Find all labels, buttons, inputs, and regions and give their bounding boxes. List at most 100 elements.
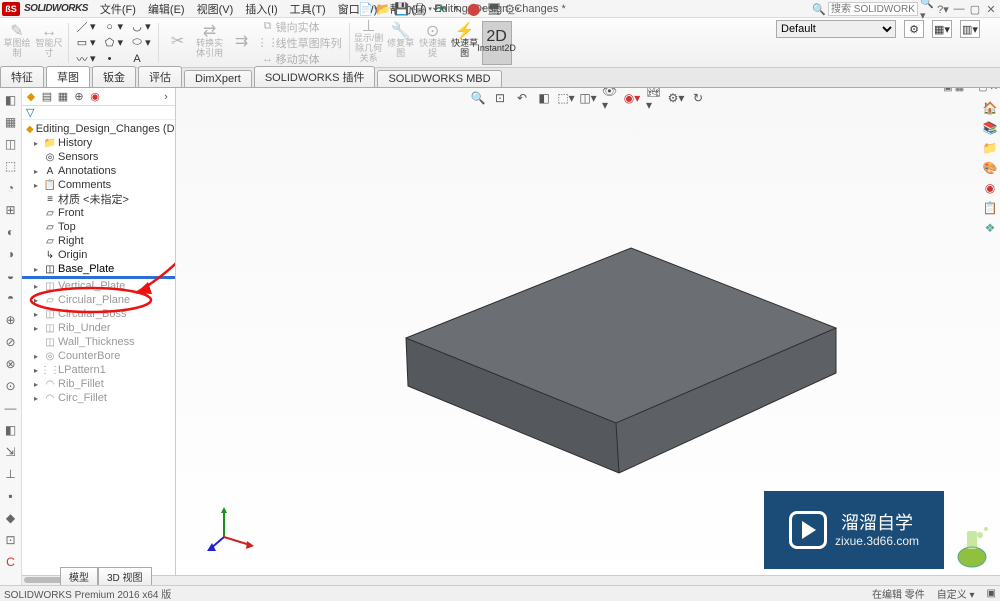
menu-edit[interactable]: 编辑(E) — [142, 1, 191, 17]
display-style-icon[interactable]: ◫▾ — [580, 90, 596, 106]
options-icon[interactable]: 🖥 — [486, 1, 502, 17]
search-icon[interactable]: 🔍 — [812, 2, 826, 16]
tree-sensors[interactable]: ◎Sensors — [22, 150, 175, 164]
lic-19[interactable]: ▪ — [3, 488, 19, 504]
view-settings-icon[interactable]: ⚙▾ — [668, 90, 684, 106]
tree-material[interactable]: ≡材质 <未指定> — [22, 192, 175, 206]
menu-insert[interactable]: 插入(I) — [239, 1, 283, 17]
lic-10[interactable]: ◓ — [3, 290, 19, 306]
lic-5[interactable]: ◔ — [3, 180, 19, 196]
lic-2[interactable]: ▦ — [3, 114, 19, 130]
search-dropdown[interactable]: 🔍▾ — [920, 2, 934, 16]
ellipse-tool[interactable]: ⬭▾ — [128, 36, 154, 50]
print-icon[interactable]: 🖨 — [414, 1, 430, 17]
lic-8[interactable]: ◑ — [3, 246, 19, 262]
view-orient-icon[interactable]: ⬚▾ — [558, 90, 574, 106]
lic-12[interactable]: ⊘ — [3, 334, 19, 350]
instant2d-button[interactable]: 2DInstant2D — [482, 21, 512, 65]
quick-snap-button[interactable]: ⊙快速捕捉 — [418, 21, 448, 65]
restore-icon[interactable]: ▢ — [968, 2, 982, 16]
tab-sw-addins[interactable]: SOLIDWORKS 插件 — [254, 66, 376, 87]
tab-3d-view[interactable]: 3D 视图 — [98, 567, 152, 585]
help-icon[interactable]: ?▾ — [936, 2, 950, 16]
sketch-button[interactable]: ✎草图绘 制 — [2, 21, 32, 65]
hide-show-icon[interactable]: 👁▾ — [602, 90, 618, 106]
menu-file[interactable]: 文件(F) — [94, 1, 142, 17]
lic-17[interactable]: ⇲ — [3, 444, 19, 460]
tree-annotations[interactable]: ▸AAnnotations — [22, 164, 175, 178]
tab-dimxpert[interactable]: DimXpert — [184, 70, 252, 87]
config-btn-2[interactable]: ▦▾ — [932, 20, 952, 38]
text-tool[interactable]: A — [128, 52, 154, 66]
tree-lpattern1[interactable]: ▸⋮⋮LPattern1 — [22, 363, 175, 377]
move-entities[interactable]: ↔移动实体 — [259, 52, 345, 66]
offset-button[interactable]: ⇉ — [227, 21, 257, 65]
vp-max-icon[interactable]: ▢ — [978, 88, 987, 93]
circle-tool[interactable]: ○▾ — [101, 20, 127, 34]
vp-tile-icon[interactable]: ▣ — [943, 88, 952, 93]
tree-rib-fillet[interactable]: ▸◠Rib_Fillet — [22, 377, 175, 391]
tree-history[interactable]: ▸📁History — [22, 136, 175, 150]
tree-tab-appearance[interactable]: ◉ — [88, 90, 102, 104]
point-tool[interactable]: • — [101, 52, 127, 66]
sw-resources-icon[interactable]: 🏠 — [982, 100, 998, 116]
rebuild-icon[interactable]: ⬤ — [468, 1, 484, 17]
rotate-icon[interactable]: ↻ — [690, 90, 706, 106]
status-custom[interactable]: 自定义 ▾ — [937, 586, 975, 601]
lic-11[interactable]: ⊕ — [3, 312, 19, 328]
tree-tab-feature[interactable]: ◆ — [24, 90, 38, 104]
tree-circular-boss[interactable]: ▸◫Circular_Boss — [22, 307, 175, 321]
lic-9[interactable]: ◒ — [3, 268, 19, 284]
smart-dimension-button[interactable]: ↔智能尺 寸 — [34, 21, 64, 65]
spline-tool[interactable]: 〰▾ — [73, 52, 99, 66]
appearance-icon[interactable]: ◉▾ — [624, 90, 640, 106]
scene-icon[interactable]: 🏞▾ — [646, 90, 662, 106]
tree-comments[interactable]: ▸📋Comments — [22, 178, 175, 192]
lic-16[interactable]: ◧ — [3, 422, 19, 438]
search-input[interactable] — [828, 2, 918, 16]
prev-view-icon[interactable]: ↶ — [514, 90, 530, 106]
zoom-area-icon[interactable]: ⊡ — [492, 90, 508, 106]
tree-origin[interactable]: ↳Origin — [22, 248, 175, 262]
linear-pattern[interactable]: ⋮⋮线性草图阵列 — [259, 36, 345, 50]
lic-14[interactable]: ⊙ — [3, 378, 19, 394]
tree-front-plane[interactable]: ▱Front — [22, 206, 175, 220]
tree-expand-icon[interactable]: › — [159, 90, 173, 104]
rapid-sketch-button[interactable]: ⚡快速草图 — [450, 21, 480, 65]
tab-features[interactable]: 特征 — [0, 66, 44, 87]
undo-icon[interactable]: ↶ — [432, 1, 448, 17]
tab-sketch[interactable]: 草图 — [46, 66, 90, 87]
save-icon[interactable]: 💾 — [396, 1, 412, 17]
tree-rib-under[interactable]: ▸◫Rib_Under — [22, 321, 175, 335]
lic-22[interactable]: C — [3, 554, 19, 570]
tree-tab-display[interactable]: ⊕ — [72, 90, 86, 104]
lic-21[interactable]: ⊡ — [3, 532, 19, 548]
horizontal-scrollbar[interactable] — [22, 575, 1000, 585]
menu-view[interactable]: 视图(V) — [191, 1, 240, 17]
tree-counterbore[interactable]: ▸◎CounterBore — [22, 349, 175, 363]
view-palette-icon[interactable]: 🎨 — [982, 160, 998, 176]
settings-icon[interactable]: ⚙ — [504, 1, 520, 17]
lic-6[interactable]: ⊞ — [3, 202, 19, 218]
line-tool[interactable]: ／▾ — [73, 20, 99, 34]
appearances-icon[interactable]: ◉ — [982, 180, 998, 196]
tree-circ-fillet[interactable]: ▸◠Circ_Fillet — [22, 391, 175, 405]
tree-wall-thickness[interactable]: ◫Wall_Thickness — [22, 335, 175, 349]
lic-7[interactable]: ◐ — [3, 224, 19, 240]
zoom-fit-icon[interactable]: 🔍 — [470, 90, 486, 106]
status-unit-icon[interactable]: ▣ — [987, 588, 996, 599]
scrollbar-thumb[interactable] — [24, 577, 64, 583]
section-view-icon[interactable]: ◧ — [536, 90, 552, 106]
lic-1[interactable]: ◧ — [3, 92, 19, 108]
tree-tab-props[interactable]: ▦ — [56, 90, 70, 104]
vp-split-icon[interactable]: ▦ — [955, 88, 964, 93]
forum-icon[interactable]: ❖ — [982, 220, 998, 236]
tab-model-view[interactable]: 模型 — [60, 567, 98, 585]
lic-13[interactable]: ⊗ — [3, 356, 19, 372]
custom-props-icon[interactable]: 📋 — [982, 200, 998, 216]
tab-sheetmetal[interactable]: 钣金 — [92, 66, 136, 87]
open-icon[interactable]: 📂 — [378, 1, 394, 17]
select-icon[interactable]: ↖ — [450, 1, 466, 17]
tree-top-plane[interactable]: ▱Top — [22, 220, 175, 234]
menu-tools[interactable]: 工具(T) — [284, 1, 332, 17]
